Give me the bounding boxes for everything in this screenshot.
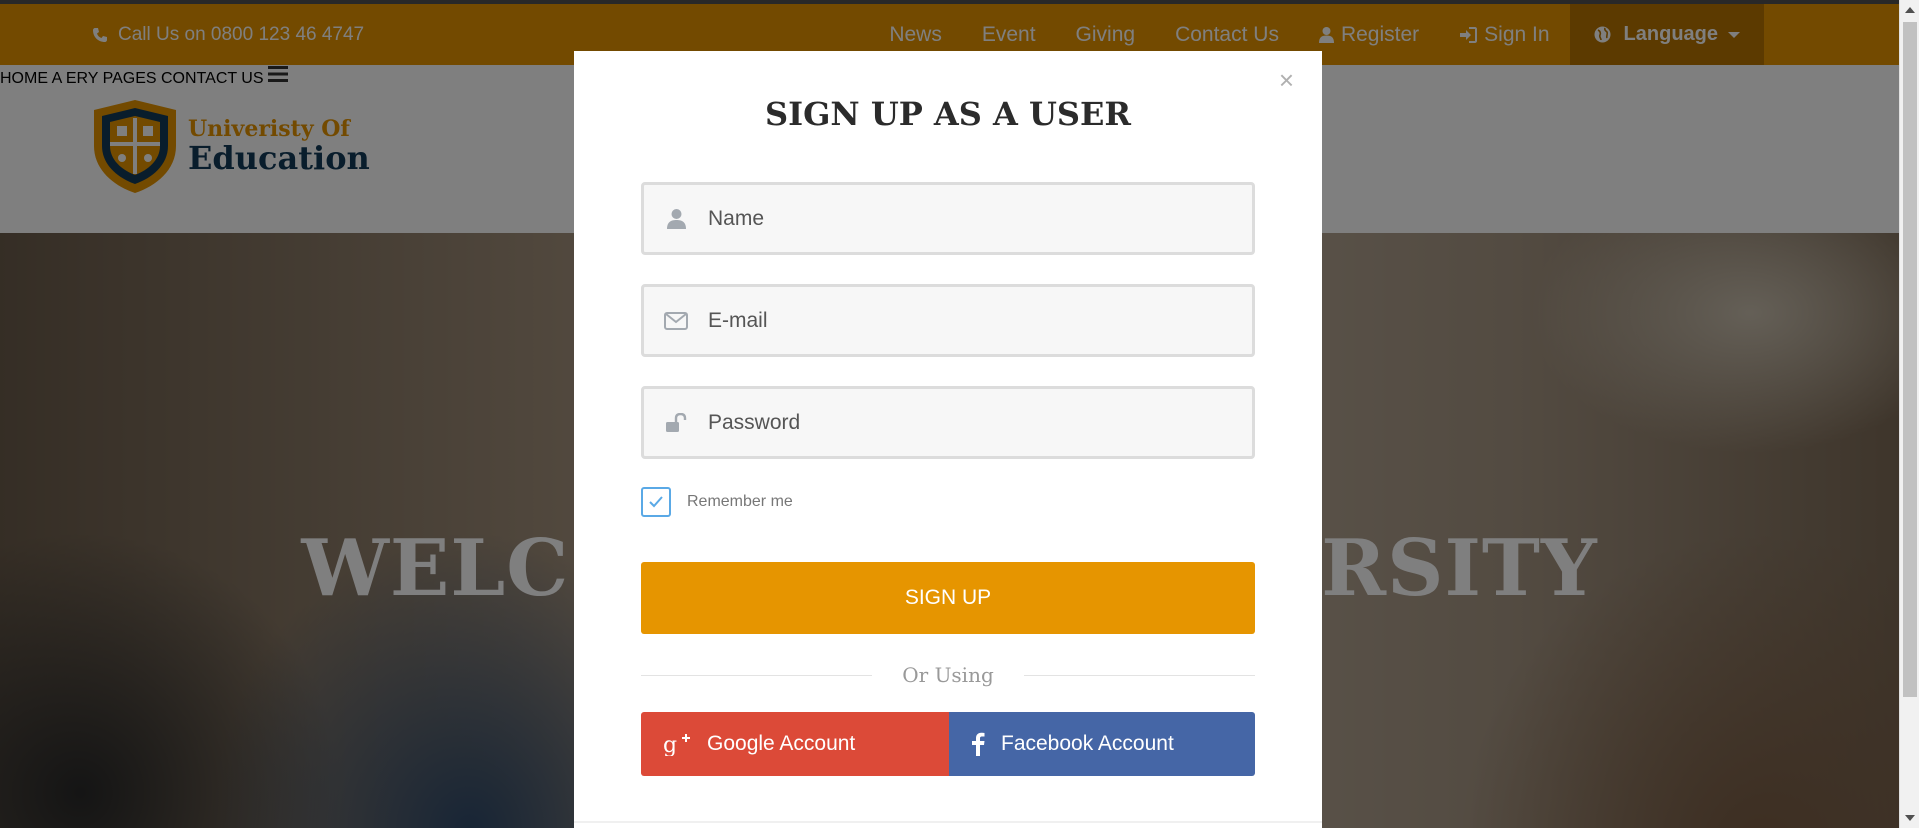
google-account-button[interactable]: g Google Account xyxy=(641,712,949,776)
remember-me[interactable]: Remember me xyxy=(641,487,793,517)
scroll-up-arrow-icon[interactable] xyxy=(1905,7,1915,13)
email-input[interactable] xyxy=(708,308,1228,333)
password-input[interactable] xyxy=(708,410,1228,435)
user-icon xyxy=(644,208,708,229)
name-field[interactable] xyxy=(641,182,1255,255)
scrollbar[interactable] xyxy=(1899,0,1919,828)
google-account-label: Google Account xyxy=(707,732,856,755)
password-field[interactable] xyxy=(641,386,1255,459)
sign-up-button[interactable]: SIGN UP xyxy=(641,562,1255,634)
facebook-icon xyxy=(971,732,985,756)
modal-footer-divider xyxy=(574,821,1322,823)
unlock-icon xyxy=(644,412,708,433)
scroll-down-arrow-icon[interactable] xyxy=(1905,815,1915,821)
remember-label: Remember me xyxy=(687,493,793,510)
signup-modal: × SIGN UP AS A USER Remember me SIGN UP … xyxy=(574,51,1322,828)
facebook-account-button[interactable]: Facebook Account xyxy=(949,712,1255,776)
envelope-icon xyxy=(644,311,708,330)
or-using-text: Or Using xyxy=(902,663,994,687)
scrollbar-thumb[interactable] xyxy=(1903,22,1917,697)
name-input[interactable] xyxy=(708,206,1228,231)
svg-text:g: g xyxy=(663,733,677,756)
facebook-account-label: Facebook Account xyxy=(1001,732,1174,755)
google-plus-icon: g xyxy=(663,732,691,756)
close-icon[interactable]: × xyxy=(1279,65,1294,96)
modal-title: SIGN UP AS A USER xyxy=(765,95,1131,133)
checkmark-icon xyxy=(649,496,663,508)
remember-checkbox[interactable] xyxy=(641,487,671,517)
email-field[interactable] xyxy=(641,284,1255,357)
or-divider: Or Using xyxy=(641,663,1256,687)
